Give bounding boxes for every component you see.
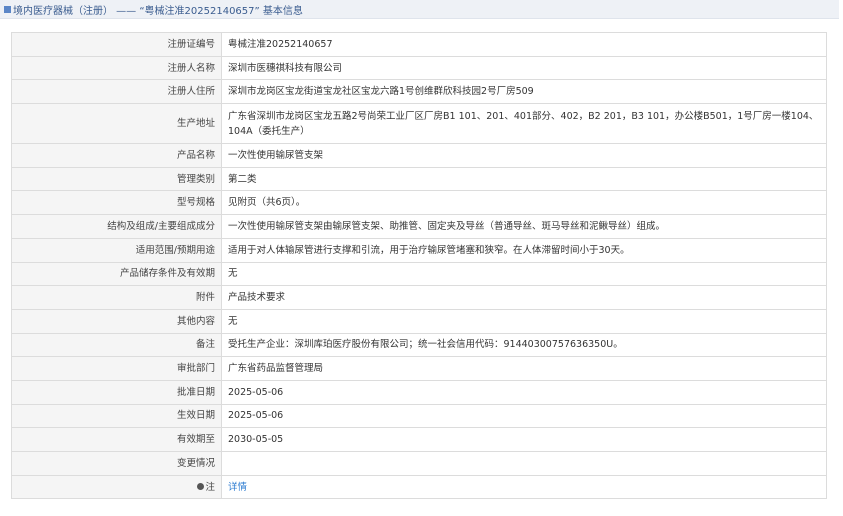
- table-row: 产品储存条件及有效期 无: [11, 261, 827, 287]
- row-value: 产品技术要求: [221, 285, 827, 310]
- row-label: 产品储存条件及有效期: [11, 261, 222, 287]
- note-label-cell: 注: [11, 474, 222, 500]
- row-label: 变更情况: [11, 451, 222, 476]
- row-label: 产品名称: [11, 143, 222, 168]
- row-label: 型号规格: [11, 190, 222, 216]
- table-row: 有效期至 2030-05-05: [11, 427, 827, 452]
- row-value: 无: [221, 261, 827, 287]
- row-value: 广东省深圳市龙岗区宝龙五路2号尚荣工业厂区厂房B1 101、201、401部分、…: [221, 103, 827, 145]
- row-label: 生产地址: [11, 103, 222, 145]
- row-label: 注册证编号: [11, 32, 222, 57]
- table-row: 生产地址 广东省深圳市龙岗区宝龙五路2号尚荣工业厂区厂房B1 101、201、4…: [11, 103, 827, 145]
- row-label: 结构及组成/主要组成成分: [11, 214, 222, 239]
- page-header: 境内医疗器械（注册） —— “粤械注准20252140657” 基本信息: [0, 0, 839, 19]
- row-label: 生效日期: [11, 403, 222, 429]
- row-value: [221, 451, 827, 476]
- note-label: 注: [205, 481, 215, 493]
- row-value: 见附页（共6页）。: [221, 190, 827, 216]
- page-title: 境内医疗器械（注册） —— “粤械注准20252140657” 基本信息: [13, 5, 303, 17]
- table-row: 管理类别 第二类: [11, 166, 827, 192]
- row-value: 粤械注准20252140657: [221, 32, 827, 57]
- table-row: 结构及组成/主要组成成分 一次性使用输尿管支架由输尿管支架、助推管、固定夹及导丝…: [11, 214, 827, 239]
- row-label: 注册人住所: [11, 79, 222, 105]
- table-row: 注册证编号 粤械注准20252140657: [11, 32, 827, 57]
- detail-table: 注册证编号 粤械注准20252140657 注册人名称 深圳市医穗祺科技有限公司…: [11, 32, 827, 500]
- header-square-icon: [4, 5, 11, 13]
- note-dot-icon: [197, 482, 205, 490]
- table-row: 批准日期 2025-05-06: [11, 379, 827, 405]
- page: 境内医疗器械（注册） —— “粤械注准20252140657” 基本信息 注册证…: [0, 0, 843, 516]
- table-row: 产品名称 一次性使用输尿管支架: [11, 143, 827, 168]
- row-label: 注册人名称: [11, 55, 222, 81]
- table-row: 审批部门 广东省药品监督管理局: [11, 356, 827, 381]
- note-row: 注 详情: [11, 474, 827, 500]
- row-value: 一次性使用输尿管支架由输尿管支架、助推管、固定夹及导丝（普通导丝、斑马导丝和泥鳅…: [221, 214, 827, 239]
- table-row: 备注 受托生产企业：深圳库珀医疗股份有限公司；统一社会信用代码：91440300…: [11, 332, 827, 358]
- row-label: 备注: [11, 332, 222, 358]
- row-value: 2030-05-05: [221, 427, 827, 452]
- row-value: 广东省药品监督管理局: [221, 356, 827, 381]
- table-row: 注册人名称 深圳市医穗祺科技有限公司: [11, 55, 827, 81]
- row-label: 有效期至: [11, 427, 222, 452]
- row-value: 一次性使用输尿管支架: [221, 143, 827, 168]
- row-label: 适用范围/预期用途: [11, 237, 222, 263]
- row-value: 2025-05-06: [221, 379, 827, 405]
- row-value: 深圳市医穗祺科技有限公司: [221, 55, 827, 81]
- row-value: 受托生产企业：深圳库珀医疗股份有限公司；统一社会信用代码：91440300757…: [221, 332, 827, 358]
- table-row: 适用范围/预期用途 适用于对人体输尿管进行支撑和引流，用于治疗输尿管堵塞和狭窄。…: [11, 237, 827, 263]
- row-value: 适用于对人体输尿管进行支撑和引流，用于治疗输尿管堵塞和狭窄。在人体滞留时间小于3…: [221, 237, 827, 263]
- row-label: 附件: [11, 285, 222, 310]
- table-row: 型号规格 见附页（共6页）。: [11, 190, 827, 216]
- table-row: 其他内容 无: [11, 308, 827, 334]
- table-row: 变更情况: [11, 451, 827, 476]
- row-value: 第二类: [221, 166, 827, 192]
- row-value: 2025-05-06: [221, 403, 827, 429]
- note-value-cell: 详情: [221, 474, 827, 500]
- row-value: 无: [221, 308, 827, 334]
- table-row: 附件 产品技术要求: [11, 285, 827, 310]
- details-link[interactable]: 详情: [228, 482, 247, 493]
- row-label: 管理类别: [11, 166, 222, 192]
- row-value: 深圳市龙岗区宝龙街道宝龙社区宝龙六路1号创维群欣科技园2号厂房509: [221, 79, 827, 105]
- table-row: 注册人住所 深圳市龙岗区宝龙街道宝龙社区宝龙六路1号创维群欣科技园2号厂房509: [11, 79, 827, 105]
- row-label: 批准日期: [11, 379, 222, 405]
- row-label: 审批部门: [11, 356, 222, 381]
- row-label: 其他内容: [11, 308, 222, 334]
- table-row: 生效日期 2025-05-06: [11, 403, 827, 429]
